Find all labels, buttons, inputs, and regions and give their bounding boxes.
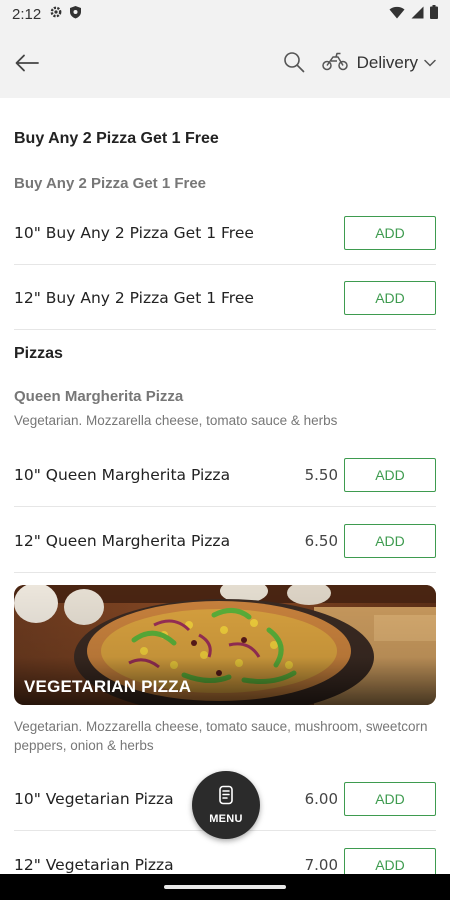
status-time: 2:12 (12, 5, 42, 23)
shield-icon (69, 5, 82, 23)
signal-icon (411, 6, 424, 23)
add-button[interactable]: ADD (344, 457, 436, 492)
item-price: 5.50 (304, 465, 338, 484)
group-title: Queen Margherita Pizza (14, 388, 184, 405)
item-name: 10" Vegetarian Pizza (14, 789, 174, 808)
item-description: Vegetarian. Mozzarella cheese, tomato sa… (14, 413, 338, 428)
menu-item-row: 12" Buy Any 2 Pizza Get 1 Free ADD (14, 266, 436, 330)
add-button[interactable]: ADD (344, 215, 436, 250)
scooter-icon (321, 51, 349, 76)
add-button[interactable]: ADD (344, 523, 436, 558)
menu-item-row: 10" Buy Any 2 Pizza Get 1 Free ADD (14, 201, 436, 265)
menu-item-row: 12" Queen Margherita Pizza 6.50 ADD (14, 509, 436, 573)
item-name: 12" Buy Any 2 Pizza Get 1 Free (14, 288, 254, 307)
menu-book-icon (218, 785, 234, 810)
status-bar: 2:12 (0, 0, 450, 28)
gear-icon (49, 5, 63, 23)
menu-item-row: 12" Vegetarian Pizza 7.00 ADD (14, 833, 436, 874)
item-name: 12" Vegetarian Pizza (14, 856, 174, 874)
wifi-icon (389, 6, 405, 23)
app-bar: Delivery (0, 28, 450, 98)
section-title: Pizzas (14, 345, 63, 362)
add-button[interactable]: ADD (344, 280, 436, 315)
banner-label: VEGETARIAN PIZZA (24, 677, 192, 696)
item-price: 6.00 (304, 789, 338, 808)
delivery-label: Delivery (356, 53, 418, 72)
item-price: 6.50 (304, 531, 338, 550)
back-arrow-icon[interactable] (14, 50, 40, 76)
item-price: 7.00 (304, 856, 338, 874)
item-name: 10" Queen Margherita Pizza (14, 465, 231, 484)
item-description: Vegetarian. Mozzarella cheese, tomato sa… (14, 719, 428, 753)
menu-fab-button[interactable]: MENU (192, 771, 260, 839)
section-title: Buy Any 2 Pizza Get 1 Free (14, 130, 219, 147)
item-name: 12" Queen Margherita Pizza (14, 531, 231, 550)
delivery-mode-selector[interactable]: Delivery (321, 51, 436, 76)
chevron-down-icon (424, 54, 436, 72)
menu-list[interactable]: Buy Any 2 Pizza Get 1 Free Buy Any 2 Piz… (0, 98, 450, 874)
add-button[interactable]: ADD (344, 848, 436, 874)
group-title: Buy Any 2 Pizza Get 1 Free (14, 175, 207, 192)
menu-fab-label: MENU (209, 813, 243, 825)
system-nav-bar (0, 874, 450, 900)
pizza-banner-image: VEGETARIAN PIZZA (14, 585, 436, 705)
menu-item-row: 10" Queen Margherita Pizza 5.50 ADD (14, 443, 436, 507)
home-gesture-handle[interactable] (164, 885, 286, 889)
search-icon[interactable] (283, 51, 307, 75)
battery-icon (430, 5, 438, 23)
item-name: 10" Buy Any 2 Pizza Get 1 Free (14, 223, 254, 242)
add-button[interactable]: ADD (344, 781, 436, 816)
